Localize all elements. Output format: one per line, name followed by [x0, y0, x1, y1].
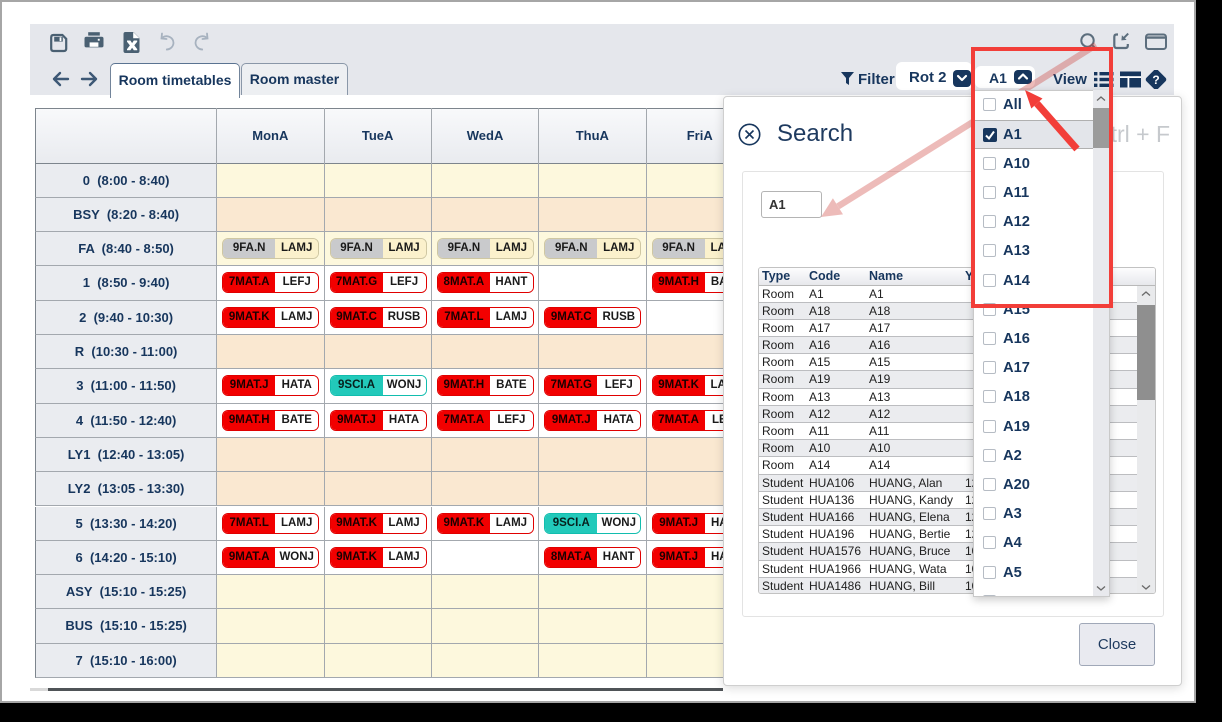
svg-text:?: ?: [1152, 73, 1159, 87]
